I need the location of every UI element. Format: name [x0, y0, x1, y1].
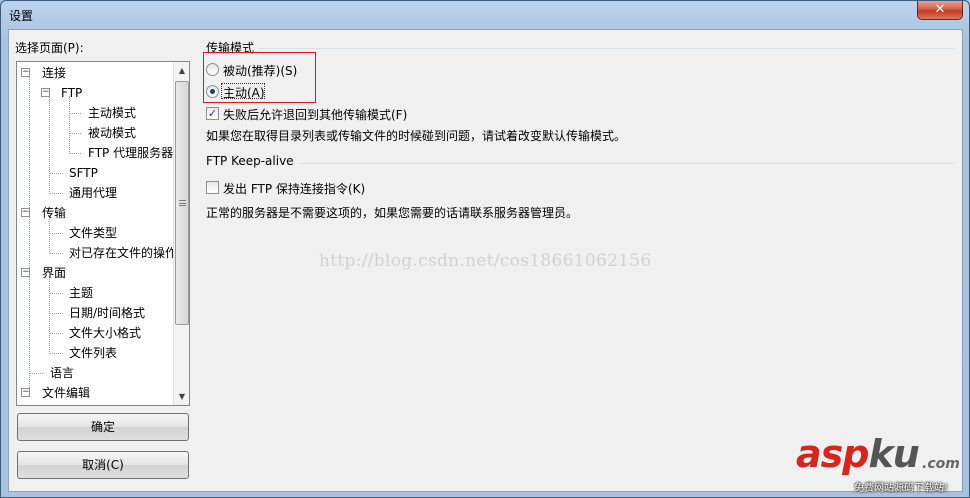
tree-line — [49, 333, 63, 334]
tree-line — [49, 173, 63, 174]
tree-item-file-size-format[interactable]: 文件大小格式 — [69, 324, 141, 342]
tree-item-date-time-format[interactable]: 日期/时间格式 — [69, 304, 145, 322]
tree-line — [49, 96, 50, 192]
tree-line — [29, 76, 30, 392]
fallback-label[interactable]: 失败后允许退回到其他传输模式(F) — [223, 106, 407, 123]
keepalive-checkbox[interactable] — [206, 181, 219, 194]
watermark: http://blog.csdn.net/cos18661062156 — [319, 251, 652, 271]
select-page-label: 选择页面(P): — [15, 41, 84, 55]
collapse-icon[interactable]: − — [21, 268, 30, 277]
tree-line — [69, 133, 81, 134]
page-tree[interactable]: − 连接 − FTP 主动模式 被动模式 FTP 代理服务器 SFTP 通用代理… — [16, 61, 190, 406]
scroll-up-icon[interactable]: ▲ — [174, 62, 189, 79]
collapse-icon[interactable]: − — [21, 208, 30, 217]
tree-line — [49, 193, 63, 194]
settings-dialog: 设置 ✕ 选择页面(P): − 连接 − FTP 主动模式 被动模式 FTP 代… — [0, 0, 970, 498]
tree-item-ftp-proxy[interactable]: FTP 代理服务器 — [88, 144, 173, 162]
tree-line — [69, 153, 81, 154]
tree-line — [49, 276, 50, 352]
tree-line — [49, 253, 63, 254]
keepalive-label[interactable]: 发出 FTP 保持连接指令(K) — [223, 180, 365, 197]
tree-item-passive-mode[interactable]: 被动模式 — [88, 124, 136, 142]
logo-wordmark: aspku — [796, 432, 920, 476]
tree-line — [49, 353, 63, 354]
tree-item-file-list[interactable]: 文件列表 — [69, 344, 117, 362]
tree-scrollbar[interactable]: ▲ ▼ — [173, 62, 189, 405]
highlight-box — [203, 52, 316, 103]
scrollbar-thumb[interactable] — [175, 81, 189, 325]
tree-line — [49, 233, 63, 234]
fallback-checkbox[interactable]: ✓ — [206, 107, 219, 120]
ok-button[interactable]: 确定 — [17, 413, 189, 441]
tree-item-file-types[interactable]: 文件类型 — [69, 224, 117, 242]
dialog-client-area: 选择页面(P): − 连接 − FTP 主动模式 被动模式 FTP 代理服务器 — [8, 29, 963, 492]
tree-line — [69, 113, 81, 114]
keepalive-hint: 正常的服务器是不需要这项的，如果您需要的话请联系服务器管理员。 — [206, 206, 579, 220]
tree-line — [49, 313, 63, 314]
window-title: 设置 — [9, 9, 34, 23]
tree-line — [69, 96, 70, 152]
keepalive-title: FTP Keep-alive — [206, 154, 294, 168]
tree-item-sftp[interactable]: SFTP — [69, 164, 98, 182]
collapse-icon[interactable]: − — [21, 68, 30, 77]
aspku-logo: aspku .com 免费网站源码下载站! — [796, 432, 966, 496]
tree-item-theme[interactable]: 主题 — [69, 284, 93, 302]
scroll-down-icon[interactable]: ▼ — [174, 388, 189, 405]
transfer-mode-hint: 如果您在取得目录列表或传输文件的时候碰到问题，请试着改变默认传输模式。 — [206, 129, 627, 143]
group-divider — [259, 48, 954, 49]
tree-line — [29, 373, 43, 374]
grip-icon — [179, 200, 186, 206]
tree-item-generic-proxy[interactable]: 通用代理 — [69, 184, 117, 202]
close-button[interactable]: ✕ — [917, 1, 963, 20]
logo-tld: .com — [922, 456, 960, 472]
collapse-icon[interactable]: − — [21, 388, 30, 397]
logo-tagline: 免费网站源码下载站! — [854, 483, 949, 494]
group-divider — [299, 163, 954, 164]
tree-line — [49, 293, 63, 294]
collapse-icon[interactable]: − — [41, 88, 50, 97]
title-bar: 设置 ✕ — [1, 1, 969, 29]
tree-item-existing-file-action[interactable]: 对已存在文件的操作 — [69, 244, 177, 262]
tree-item-active-mode[interactable]: 主动模式 — [88, 104, 136, 122]
cancel-button[interactable]: 取消(C) — [17, 451, 189, 479]
tree-item-language[interactable]: 语言 — [50, 364, 74, 382]
